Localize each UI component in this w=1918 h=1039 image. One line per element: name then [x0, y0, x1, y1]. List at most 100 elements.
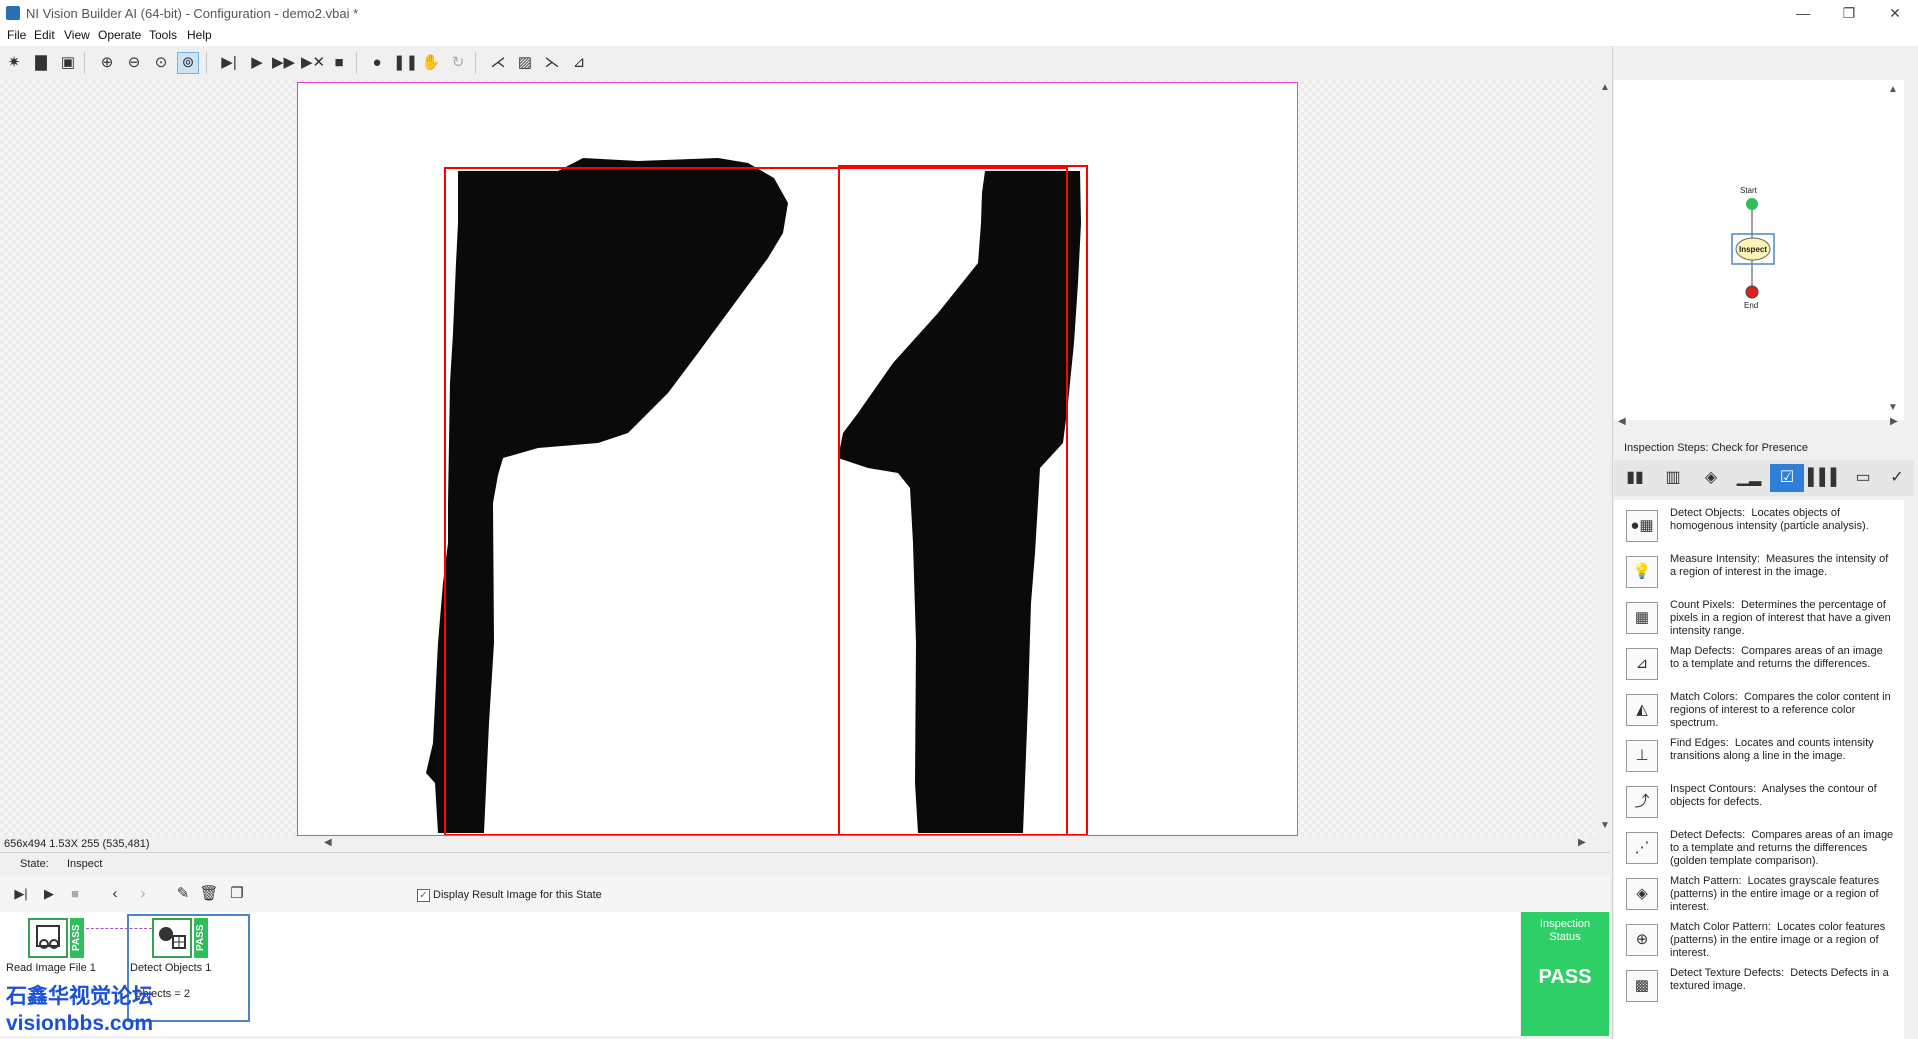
match-colors-icon: ◭ — [1626, 694, 1658, 726]
compare-icon[interactable]: ⋋ — [541, 52, 563, 74]
display-result-label[interactable]: Display Result Image for this State — [433, 889, 602, 901]
inspection-image[interactable] — [297, 82, 1298, 836]
end-node — [1745, 285, 1759, 299]
close-button[interactable]: ✕ — [1872, 0, 1918, 26]
run-state-icon[interactable]: ▶ — [38, 883, 60, 905]
tab-communicate-icon[interactable]: ▭ — [1846, 464, 1880, 492]
detect-objects-icon[interactable] — [152, 918, 192, 958]
viewer-vertical-scrollbar[interactable]: ▲ ▼ — [1596, 80, 1612, 836]
zoom-to-fit-icon[interactable]: ⊚ — [177, 52, 199, 74]
previous-step-icon[interactable]: ‹ — [104, 883, 126, 905]
tab-identify-parts-icon[interactable]: ▌▌▌ — [1808, 464, 1842, 492]
palette-item-match-pattern[interactable]: ◈ Match Pattern: Locates grayscale featu… — [1614, 874, 1902, 920]
menu-file[interactable]: File — [7, 28, 26, 42]
toolbar-separator — [206, 52, 207, 74]
palette-item-name: Measure Intensity: — [1670, 553, 1760, 565]
breakpoint-icon[interactable]: ● — [366, 52, 388, 74]
viewer-horizontal-scrollbar[interactable]: ◀ ▶ — [320, 836, 1596, 850]
flow-scroll-left-icon[interactable]: ◀ — [1618, 416, 1626, 427]
inspect-contours-icon: ⤴ — [1626, 786, 1658, 818]
app-icon — [6, 6, 20, 20]
palette-item-measure-intensity[interactable]: 💡 Measure Intensity: Measures the intens… — [1614, 552, 1902, 598]
tab-locate-features-icon[interactable]: ◈ — [1694, 464, 1728, 492]
run-step-icon[interactable]: ▶| — [10, 883, 32, 905]
zoom-in-icon[interactable]: ⊕ — [96, 52, 118, 74]
scroll-down-icon[interactable]: ▼ — [1600, 820, 1610, 831]
measure-left-icon[interactable]: ⋌ — [487, 52, 509, 74]
scroll-left-icon[interactable]: ◀ — [324, 837, 332, 848]
step-over-icon[interactable]: ▶✕ — [301, 52, 325, 74]
detect-objects-icon: ●▦ — [1626, 510, 1658, 542]
palette-item-match-colors[interactable]: ◭ Match Colors: Compares the color conte… — [1614, 690, 1902, 736]
tab-measure-features-icon[interactable]: ▁▂ — [1732, 464, 1766, 492]
palette-title: Inspection Steps: Check for Presence — [1624, 442, 1809, 454]
menu-edit[interactable]: Edit — [34, 28, 55, 42]
palette-item-name: Count Pixels: — [1670, 599, 1735, 611]
palette-item-find-edges[interactable]: ⊥ Find Edges: Locates and counts intensi… — [1614, 736, 1902, 782]
read-image-icon[interactable] — [28, 918, 68, 958]
state-label: State: — [20, 858, 49, 870]
edit-step-icon[interactable]: ✎ — [172, 883, 194, 905]
toolbar-separator — [356, 52, 357, 74]
stop-icon[interactable]: ■ — [328, 52, 350, 74]
display-result-checkbox[interactable]: ✓ — [417, 889, 430, 902]
zoom-out-icon[interactable]: ⊖ — [123, 52, 145, 74]
run-icon[interactable]: ▶ — [246, 52, 268, 74]
run-fast-icon[interactable]: ▶▶ — [272, 52, 295, 74]
menu-operate[interactable]: Operate — [98, 28, 141, 42]
detect-defects-icon: ⋰ — [1626, 832, 1658, 864]
delete-step-icon[interactable]: 🗑 — [198, 883, 220, 905]
pause-icon[interactable]: ❚❚ — [393, 52, 418, 74]
new-icon[interactable]: ✷ — [3, 52, 25, 74]
flow-scroll-down-icon[interactable]: ▼ — [1888, 402, 1898, 413]
open-folder-icon[interactable]: ▇ — [30, 52, 52, 74]
palette-item-detect-defects[interactable]: ⋰ Detect Defects: Compares areas of an i… — [1614, 828, 1902, 874]
stop-state-icon[interactable]: ■ — [64, 883, 86, 905]
tab-check-presence-icon[interactable]: ☑ — [1770, 464, 1804, 492]
restore-button[interactable]: ❐ — [1826, 0, 1872, 26]
palette-tabs: ▮▮ ▥ ◈ ▁▂ ☑ ▌▌▌ ▭ ✓ — [1614, 460, 1914, 496]
tab-acquire-images-icon[interactable]: ▮▮ — [1618, 464, 1652, 492]
calibrate-icon[interactable]: ⊿ — [568, 52, 590, 74]
palette-item-detect-objects[interactable]: ●▦ Detect Objects: Locates objects of ho… — [1614, 506, 1902, 552]
save-icon[interactable]: ▣ — [57, 52, 79, 74]
palette-item-name: Detect Defects: — [1670, 829, 1746, 841]
palette-item-detect-texture-defects[interactable]: ▩ Detect Texture Defects: Detects Defect… — [1614, 966, 1902, 1012]
state-bar: State: Inspect — [0, 852, 1610, 878]
copy-step-icon[interactable]: ❐ — [226, 883, 248, 905]
palette-item-count-pixels[interactable]: ▦ Count Pixels: Determines the percentag… — [1614, 598, 1902, 644]
object-left — [426, 158, 788, 833]
step-1-name: Read Image File 1 — [6, 962, 96, 974]
state-value: Inspect — [67, 858, 103, 870]
minimize-button[interactable]: — — [1780, 0, 1826, 26]
menu-view[interactable]: View — [64, 28, 90, 42]
flow-scroll-right-icon[interactable]: ▶ — [1890, 416, 1898, 427]
toolbar-separator — [84, 52, 85, 74]
scroll-right-icon[interactable]: ▶ — [1578, 837, 1586, 848]
run-once-icon[interactable]: ▶| — [218, 52, 240, 74]
menu-help[interactable]: Help — [187, 28, 212, 42]
palette-item-name: Match Color Pattern: — [1670, 921, 1771, 933]
palette-item-name: Map Defects: — [1670, 645, 1735, 657]
start-node — [1746, 198, 1758, 210]
palette-item-inspect-contours[interactable]: ⤴ Inspect Contours: Analyses the contour… — [1614, 782, 1902, 828]
end-label: End — [1744, 301, 1759, 310]
palette-item-match-color-pattern[interactable]: ⊕ Match Color Pattern: Locates color fea… — [1614, 920, 1902, 966]
hand-icon[interactable]: ✋ — [420, 52, 442, 74]
image-icon[interactable]: ▨ — [514, 52, 536, 74]
flow-scroll-up-icon[interactable]: ▲ — [1888, 84, 1898, 95]
palette-item-name: Inspect Contours: — [1670, 783, 1757, 795]
inspection-steps-palette: ●▦ Detect Objects: Locates objects of ho… — [1614, 500, 1904, 1039]
scroll-up-icon[interactable]: ▲ — [1600, 82, 1610, 93]
refresh-icon[interactable]: ↻ — [447, 52, 469, 74]
zoom-fit-icon[interactable]: ⊙ — [150, 52, 172, 74]
palette-item-map-defects[interactable]: ⊿ Map Defects: Compares areas of an imag… — [1614, 644, 1902, 690]
tab-enhance-images-icon[interactable]: ▥ — [1656, 464, 1690, 492]
map-defects-icon: ⊿ — [1626, 648, 1658, 680]
inspect-label: Inspect — [1739, 245, 1768, 254]
state-diagram[interactable]: Start Inspect End ▲ ▼ ◀ ▶ — [1614, 80, 1904, 427]
next-step-icon[interactable]: › — [132, 883, 154, 905]
toolbar-separator — [475, 52, 476, 74]
tab-use-additional-tools-icon[interactable]: ✓ — [1880, 464, 1914, 492]
menu-tools[interactable]: Tools — [149, 28, 177, 42]
